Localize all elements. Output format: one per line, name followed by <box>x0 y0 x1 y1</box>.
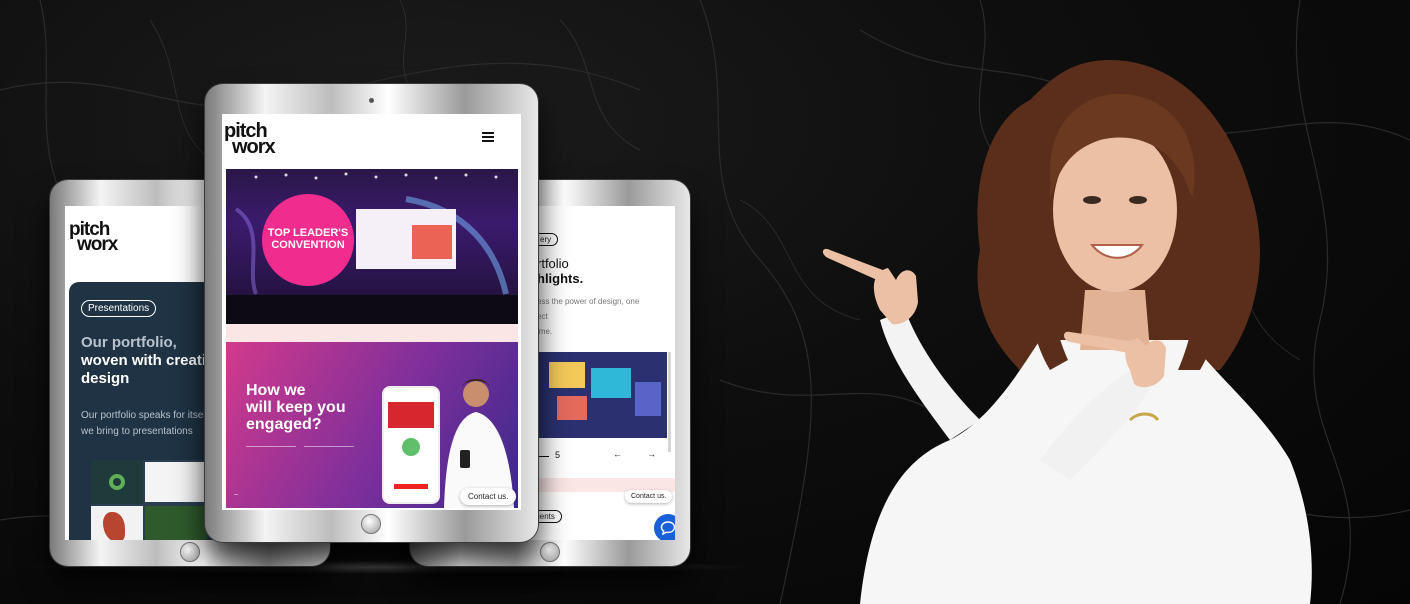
convention-badge: TOP LEADER'S CONVENTION <box>262 194 354 286</box>
pitchworx-logo[interactable]: pitch worx <box>224 121 276 157</box>
thumbnail-india-map[interactable] <box>103 512 125 540</box>
promo-fine-print-2 <box>304 446 354 464</box>
pitchworx-logo[interactable]: pitch worx <box>69 220 118 254</box>
phone-mockup-icon <box>402 438 420 456</box>
promo-heading: How we will keep you engaged? <box>246 382 346 433</box>
stage-screen <box>356 209 456 269</box>
showcase-scrollbar[interactable] <box>668 352 671 452</box>
audience-silhouette <box>226 295 518 324</box>
banner-stage: pitch worx Presentations Our portfolio, … <box>0 0 1410 604</box>
tablet-right-home-button <box>540 542 560 562</box>
highlights-description: ess the power of design, one ect ime. <box>537 297 640 336</box>
phone-mockup-button <box>394 484 428 489</box>
tablet-center: pitch worx TOP LEADER'S CONVENTION How w… <box>205 84 538 542</box>
showcase-image[interactable] <box>537 352 667 438</box>
tablet-center-screen: pitch worx TOP LEADER'S CONVENTION How w… <box>222 114 521 510</box>
contact-us-button[interactable]: Contact us. <box>625 490 673 503</box>
tablet-center-home-button <box>361 514 381 534</box>
arrow-left-icon[interactable]: ← <box>613 449 622 459</box>
carousel-page-number: 5 <box>555 450 561 460</box>
promo-fine-print-1 <box>246 446 296 464</box>
convention-hero-image[interactable]: TOP LEADER'S CONVENTION <box>226 169 518 324</box>
showcase-slide-purple <box>635 382 661 416</box>
showcase-slide-yellow <box>549 362 585 388</box>
promo-brand-mark: ─ <box>234 492 239 498</box>
thumbnail-slide[interactable] <box>145 506 207 540</box>
thumbnail-report[interactable] <box>145 462 207 502</box>
woman-pointing-photo <box>822 60 1312 604</box>
tablet-camera <box>369 98 374 103</box>
phone-mockup-header <box>388 402 434 428</box>
carousel-progress <box>537 456 549 457</box>
section-divider-strip <box>226 324 518 342</box>
contact-us-button[interactable]: Contact us. <box>460 488 517 505</box>
chat-bubble-icon[interactable] <box>654 514 675 540</box>
phone-mockup <box>382 386 440 504</box>
highlights-heading: rtfolio hlights. <box>537 256 584 286</box>
stage-graphic <box>412 225 452 259</box>
tablet-left-home-button <box>180 542 200 562</box>
thumbnail-donut-chart[interactable] <box>109 474 125 490</box>
hamburger-menu-icon[interactable] <box>482 132 494 142</box>
carousel-nav: 5 ← → <box>537 449 667 464</box>
showcase-slide-red <box>557 396 587 420</box>
showcase-slide-blue <box>591 368 631 398</box>
presentations-tag[interactable]: Presentations <box>81 300 157 317</box>
arrow-right-icon[interactable]: → <box>647 449 656 459</box>
engagement-promo-card[interactable]: How we will keep you engaged? ─ <box>226 342 518 508</box>
